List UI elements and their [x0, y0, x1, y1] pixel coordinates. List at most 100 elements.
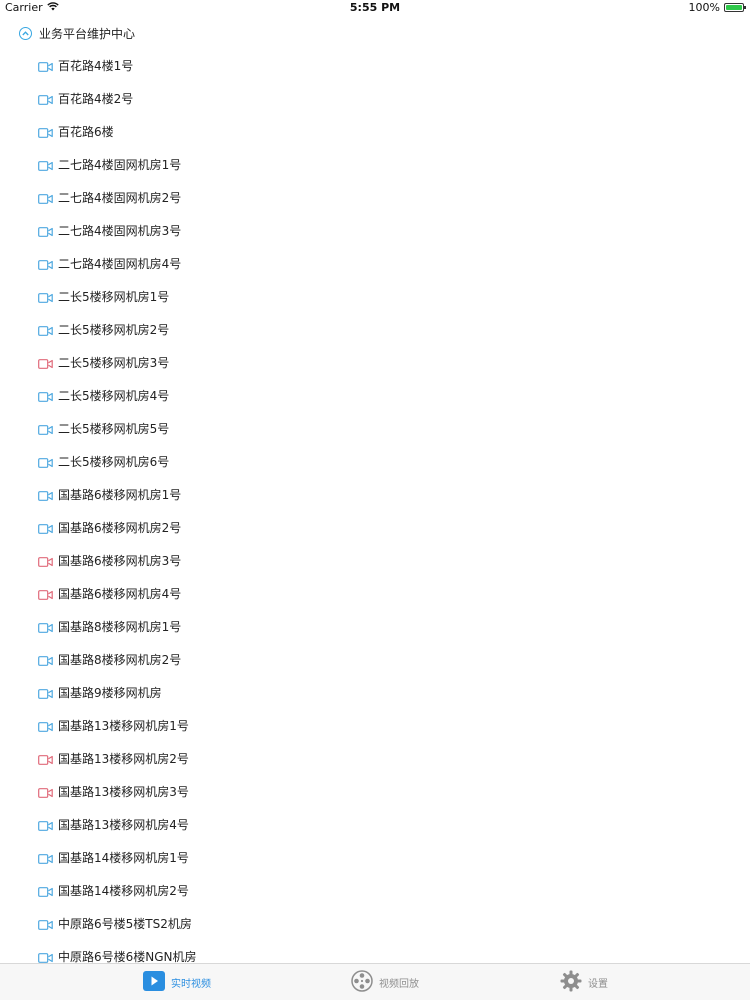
list-item-label: 二长5楼移网机房4号	[58, 389, 170, 403]
video-camera-icon	[38, 721, 53, 732]
list-item-label: 国基路14楼移网机房2号	[58, 884, 189, 898]
list-item-label: 国基路13楼移网机房2号	[58, 752, 189, 766]
tab-video-playback-label: 视频回放	[379, 978, 419, 990]
list-item[interactable]: 国基路6楼移网机房4号	[0, 577, 750, 610]
list-item-label: 百花路4楼2号	[58, 92, 134, 106]
list-item-label: 百花路4楼1号	[58, 59, 134, 73]
list-item[interactable]: 国基路13楼移网机房3号	[0, 775, 750, 808]
list-item[interactable]: 二长5楼移网机房1号	[0, 280, 750, 313]
tab-live-video-label: 实时视频	[171, 978, 211, 990]
video-camera-icon	[38, 193, 53, 204]
list-item[interactable]: 二长5楼移网机房3号	[0, 346, 750, 379]
list-item[interactable]: 二长5楼移网机房2号	[0, 313, 750, 346]
video-camera-icon	[38, 589, 53, 600]
list-item-label: 国基路8楼移网机房1号	[58, 620, 182, 634]
video-camera-icon	[38, 754, 53, 765]
video-camera-icon	[38, 292, 53, 303]
list-item[interactable]: 二七路4楼固网机房2号	[0, 181, 750, 214]
list-item-label: 二长5楼移网机房6号	[58, 455, 170, 469]
list-item-label: 二长5楼移网机房1号	[58, 290, 170, 304]
tab-live-video[interactable]: 实时视频	[143, 970, 211, 994]
video-camera-icon	[38, 226, 53, 237]
video-camera-icon	[38, 655, 53, 666]
video-camera-icon	[38, 853, 53, 864]
list-item-label: 国基路9楼移网机房	[58, 686, 162, 700]
device-list: 百花路4楼1号 百花路4楼2号 百花路6楼二七路4楼固网机房1号 二七路4楼固网机房2…	[0, 49, 750, 973]
list-item-label: 二长5楼移网机房5号	[58, 422, 170, 436]
list-item-label: 国基路6楼移网机房4号	[58, 587, 182, 601]
video-camera-icon	[38, 556, 53, 567]
video-camera-icon	[38, 886, 53, 897]
tab-bar: 实时视频 视频回放 设置	[0, 963, 750, 1000]
list-item-label: 百花路6楼	[58, 125, 114, 139]
list-item-label: 二长5楼移网机房3号	[58, 356, 170, 370]
list-item[interactable]: 国基路6楼移网机房2号	[0, 511, 750, 544]
list-item[interactable]: 国基路9楼移网机房	[0, 676, 750, 709]
list-item[interactable]: 国基路6楼移网机房3号	[0, 544, 750, 577]
list-item[interactable]: 国基路14楼移网机房2号	[0, 874, 750, 907]
list-item[interactable]: 国基路13楼移网机房2号	[0, 742, 750, 775]
video-camera-icon	[38, 820, 53, 831]
video-camera-icon	[38, 259, 53, 270]
list-item-label: 二七路4楼固网机房4号	[58, 257, 182, 271]
battery-percent: 100%	[688, 1, 720, 14]
tab-settings-label: 设置	[588, 978, 608, 990]
video-camera-icon	[38, 358, 53, 369]
video-camera-icon	[38, 94, 53, 105]
video-camera-icon	[38, 391, 53, 402]
list-item[interactable]: 国基路8楼移网机房1号	[0, 610, 750, 643]
list-item[interactable]: 国基路14楼移网机房1号	[0, 841, 750, 874]
list-item[interactable]: 百花路6楼	[0, 115, 750, 148]
list-item[interactable]: 二七路4楼固网机房4号	[0, 247, 750, 280]
list-item[interactable]: 国基路13楼移网机房1号	[0, 709, 750, 742]
status-bar: Carrier 5:55 PM 100%	[0, 0, 750, 16]
chevron-up-circle-icon[interactable]	[19, 26, 32, 40]
video-camera-icon	[38, 952, 53, 963]
video-camera-icon	[38, 424, 53, 435]
list-item-label: 二七路4楼固网机房2号	[58, 191, 182, 205]
tab-video-playback[interactable]: 视频回放	[351, 969, 419, 995]
list-item-label: 二长5楼移网机房2号	[58, 323, 170, 337]
list-item[interactable]: 二长5楼移网机房6号	[0, 445, 750, 478]
list-item[interactable]: 二长5楼移网机房4号	[0, 379, 750, 412]
list-item[interactable]: 国基路6楼移网机房1号	[0, 478, 750, 511]
list-item[interactable]: 二七路4楼固网机房3号	[0, 214, 750, 247]
status-time: 5:55 PM	[349, 1, 401, 14]
list-item-label: 国基路14楼移网机房1号	[58, 851, 189, 865]
film-reel-icon	[351, 969, 373, 995]
status-right: 100%	[688, 1, 746, 14]
list-item-label: 国基路13楼移网机房1号	[58, 719, 189, 733]
play-video-icon	[143, 970, 165, 994]
list-item[interactable]: 百花路4楼2号	[0, 82, 750, 115]
video-camera-icon	[38, 127, 53, 138]
video-camera-icon	[38, 160, 53, 171]
video-camera-icon	[38, 919, 53, 930]
list-item-label: 国基路6楼移网机房1号	[58, 488, 182, 502]
list-item-label: 国基路13楼移网机房3号	[58, 785, 189, 799]
list-item[interactable]: 二七路4楼固网机房1号	[0, 148, 750, 181]
list-item-label: 国基路8楼移网机房2号	[58, 653, 182, 667]
list-item[interactable]: 中原路6号楼5楼TS2机房	[0, 907, 750, 940]
tab-settings[interactable]: 设置	[560, 970, 608, 994]
list-item[interactable]: 二长5楼移网机房5号	[0, 412, 750, 445]
video-camera-icon	[38, 622, 53, 633]
list-item-label: 国基路6楼移网机房2号	[58, 521, 182, 535]
battery-icon	[724, 3, 746, 12]
list-item[interactable]: 百花路4楼1号	[0, 49, 750, 82]
video-camera-icon	[38, 490, 53, 501]
list-item-label: 二七路4楼固网机房1号	[58, 158, 182, 172]
list-item-label: 中原路6号楼5楼TS2机房	[58, 917, 192, 931]
video-camera-icon	[38, 61, 53, 72]
group-header[interactable]: 业务平台维护中心	[19, 25, 135, 41]
video-camera-icon	[38, 688, 53, 699]
list-item[interactable]: 国基路13楼移网机房4号	[0, 808, 750, 841]
group-title: 业务平台维护中心	[39, 26, 136, 41]
video-camera-icon	[38, 457, 53, 468]
gear-icon	[560, 970, 582, 995]
list-item[interactable]: 国基路8楼移网机房2号	[0, 643, 750, 676]
video-camera-icon	[38, 325, 53, 336]
video-camera-icon	[38, 523, 53, 534]
list-item-label: 国基路6楼移网机房3号	[58, 554, 182, 568]
video-camera-icon	[38, 787, 53, 798]
list-item-label: 二七路4楼固网机房3号	[58, 224, 182, 238]
